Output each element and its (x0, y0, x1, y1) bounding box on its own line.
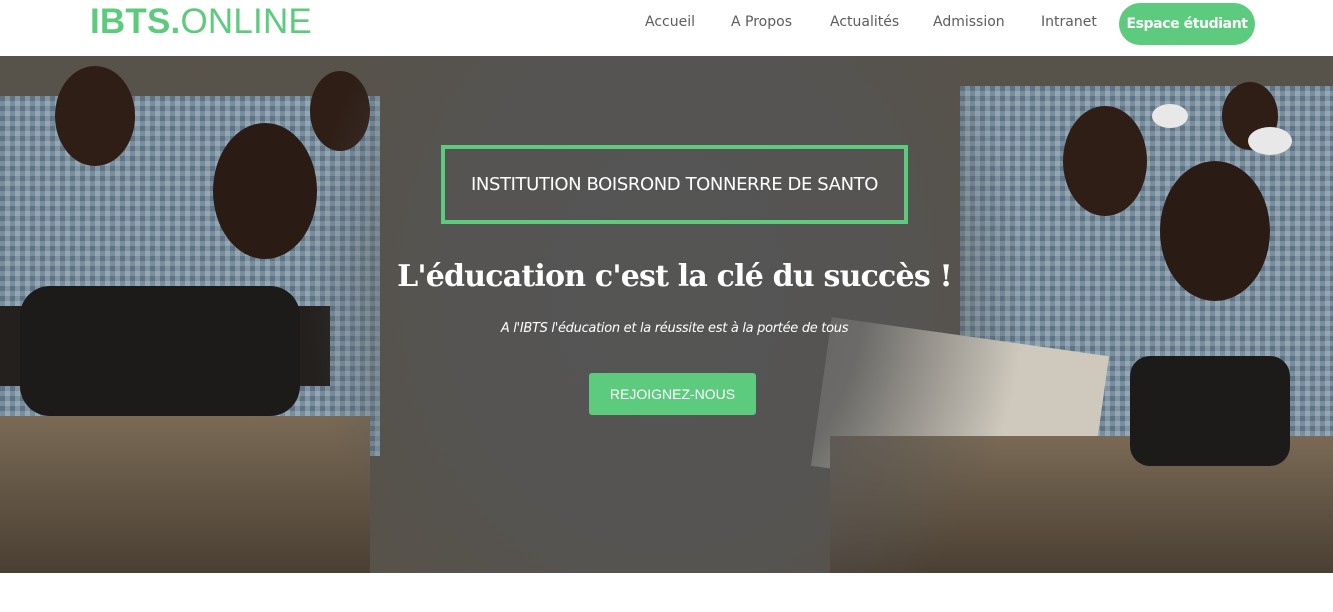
espace-etudiant-button[interactable]: Espace étudiant (1119, 3, 1255, 45)
hero-heading: L'éducation c'est la clé du succès ! (397, 259, 953, 294)
hero-overlay (0, 56, 1333, 573)
rejoignez-nous-button[interactable]: REJOIGNEZ-NOUS (589, 373, 756, 415)
hero-title: INSTITUTION BOISROND TONNERRE DE SANTO (470, 174, 879, 195)
navbar: IBTS.ONLINE Accueil A Propos Actualités … (0, 0, 1333, 56)
nav-link-admission[interactable]: Admission (933, 14, 1005, 30)
hero-title-box: INSTITUTION BOISROND TONNERRE DE SANTO (441, 145, 908, 224)
nav-link-a-propos[interactable]: A Propos (731, 14, 792, 30)
nav-link-actualites[interactable]: Actualités (830, 14, 899, 30)
nav-link-accueil[interactable]: Accueil (645, 14, 695, 30)
main-nav: Accueil A Propos Actualités Admission In… (0, 0, 1333, 46)
nav-link-intranet[interactable]: Intranet (1041, 14, 1097, 30)
hero-subheading: A l'IBTS l'éducation et la réussite est … (500, 321, 849, 336)
hero-section: INSTITUTION BOISROND TONNERRE DE SANTO L… (0, 56, 1333, 573)
